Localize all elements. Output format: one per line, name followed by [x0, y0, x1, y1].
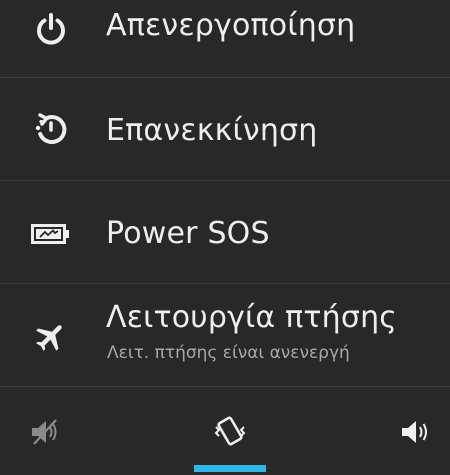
divider — [0, 386, 450, 387]
airplane-mode-status: Λειτ. πτήσης είναι ανενεργή — [107, 343, 350, 363]
power-off-label: Απενεργοποίηση — [106, 8, 356, 43]
silent-mode-button[interactable] — [15, 408, 75, 460]
vibrate-icon — [212, 413, 248, 455]
sound-on-mode-button[interactable] — [385, 408, 445, 460]
menu-item-restart[interactable]: Επανεκκίνηση — [0, 78, 450, 180]
menu-item-airplane-mode[interactable]: Λειτουργία πτήσης Λειτ. πτήσης είναι ανε… — [0, 284, 450, 386]
menu-item-power-sos[interactable]: Power SOS — [0, 181, 450, 283]
power-sos-label: Power SOS — [106, 216, 270, 251]
restart-label: Επανεκκίνηση — [106, 113, 318, 148]
menu-item-power-off[interactable]: Απενεργοποίηση — [0, 0, 450, 77]
battery-sos-icon — [30, 213, 72, 255]
silent-icon — [28, 415, 62, 453]
vibrate-mode-button[interactable] — [200, 408, 260, 460]
sound-mode-bar — [0, 388, 450, 475]
selected-mode-indicator — [194, 465, 266, 472]
airplane-mode-label: Λειτουργία πτήσης — [106, 300, 398, 335]
sound-on-icon — [398, 415, 432, 453]
airplane-icon — [30, 316, 72, 358]
power-icon — [30, 8, 72, 50]
restart-icon — [30, 108, 72, 150]
